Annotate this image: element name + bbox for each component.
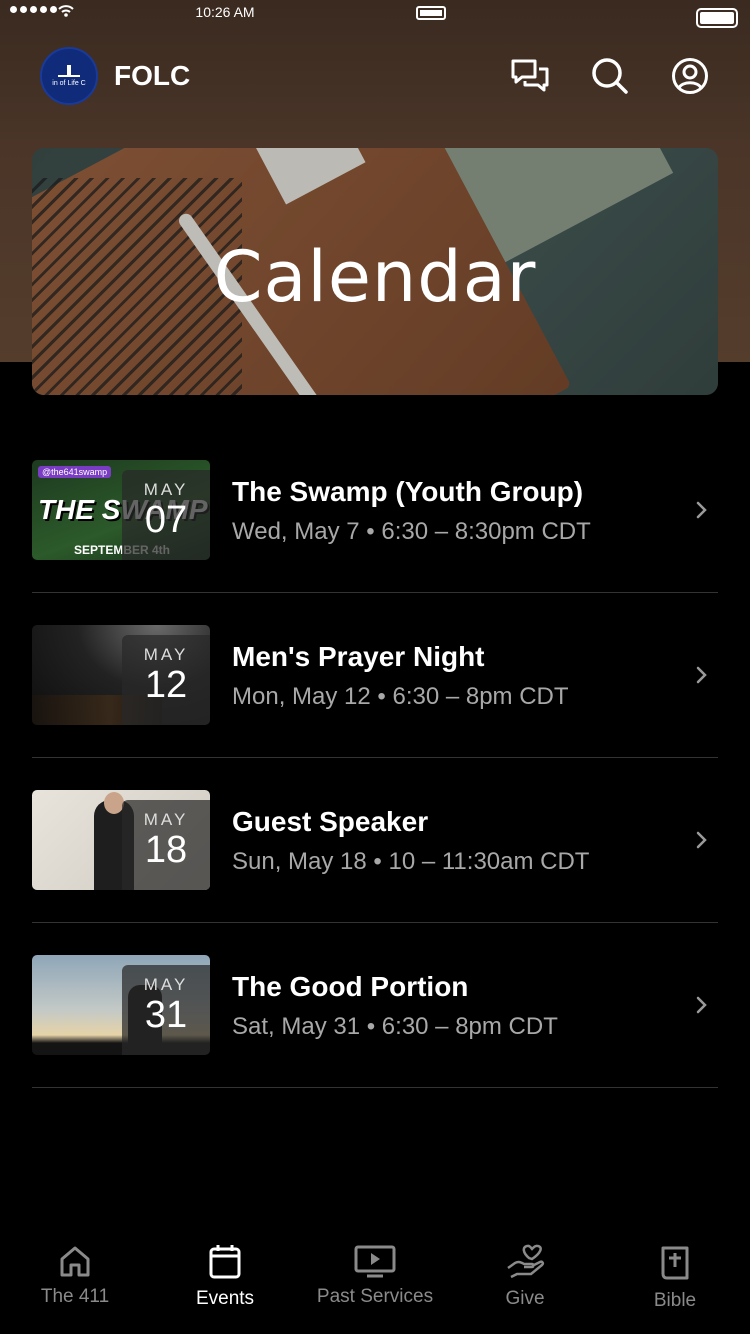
event-title: Men's Prayer Night <box>232 641 485 672</box>
date-day: 12 <box>144 664 188 706</box>
event-item[interactable]: MAY 31 The Good Portion Sat, May 31 • 6:… <box>32 923 718 1088</box>
event-list: @the641swamp THE SWAMP SEPTEMBER 4th MAY… <box>32 428 718 1088</box>
date-month: MAY <box>143 975 189 994</box>
app-bar: in of Life C FOLC <box>40 46 710 106</box>
event-item[interactable]: MAY 18 Guest Speaker Sun, May 18 • 10 – … <box>32 758 718 923</box>
home-icon <box>60 1246 90 1277</box>
event-title: The Good Portion <box>232 971 469 1002</box>
search-button[interactable] <box>590 56 630 96</box>
tab-bible[interactable]: Bible <box>600 1234 750 1334</box>
date-day: 18 <box>144 829 188 871</box>
chevron-right-icon <box>696 831 707 849</box>
date-month: MAY <box>143 645 189 664</box>
chevron-right-icon <box>696 501 707 519</box>
tab-label: Bible <box>653 1290 697 1311</box>
date-badge: MAY 12 <box>122 635 210 725</box>
calendar-icon <box>209 1245 241 1279</box>
tab-label: The 411 <box>40 1286 110 1307</box>
event-thumbnail: MAY 12 <box>32 625 210 725</box>
tab-give[interactable]: Give <box>450 1234 600 1334</box>
chat-bubbles-icon <box>511 59 549 92</box>
tab-past-services[interactable]: Past Services <box>300 1234 450 1334</box>
hero-title: Calendar <box>213 236 537 318</box>
battery-icon <box>696 8 738 28</box>
user-circle-icon <box>672 58 708 94</box>
status-bar: 10:26 AM <box>0 0 750 30</box>
tv-play-icon <box>354 1245 396 1278</box>
date-month: MAY <box>143 480 189 499</box>
profile-button[interactable] <box>670 56 710 96</box>
tab-events[interactable]: Events <box>150 1234 300 1334</box>
event-thumbnail: MAY 18 <box>32 790 210 890</box>
date-badge: MAY 31 <box>122 965 210 1055</box>
event-item[interactable]: MAY 12 Men's Prayer Night Mon, May 12 • … <box>32 593 718 758</box>
status-time: 10:26 AM <box>195 4 255 20</box>
tab-label: Events <box>195 1288 255 1309</box>
event-datetime: Wed, May 7 • 6:30 – 8:30pm CDT <box>232 518 591 545</box>
date-day: 07 <box>144 499 188 541</box>
event-datetime: Mon, May 12 • 6:30 – 8pm CDT <box>232 683 569 710</box>
date-day: 31 <box>144 994 188 1036</box>
event-thumbnail: MAY 31 <box>32 955 210 1055</box>
calendar-hero-banner: Calendar <box>32 148 718 395</box>
tab-the-411[interactable]: The 411 <box>0 1234 150 1334</box>
event-title: Guest Speaker <box>232 806 429 837</box>
chevron-right-icon <box>696 666 707 684</box>
battery-icon <box>416 6 446 20</box>
messages-button[interactable] <box>510 56 550 96</box>
event-datetime: Sun, May 18 • 10 – 11:30am CDT <box>232 848 590 875</box>
date-month: MAY <box>143 810 189 829</box>
event-datetime: Sat, May 31 • 6:30 – 8pm CDT <box>232 1013 558 1040</box>
tab-bar: The 411 Events Past Services Give Bible <box>0 1234 750 1334</box>
tab-label: Past Services <box>316 1286 434 1307</box>
chevron-right-icon <box>696 996 707 1014</box>
date-badge: MAY 07 <box>122 470 210 560</box>
app-title: FOLC <box>114 60 191 91</box>
date-badge: MAY 18 <box>122 800 210 890</box>
give-heart-icon <box>507 1244 545 1279</box>
church-logo[interactable]: in of Life C <box>40 47 98 105</box>
logo-text: in of Life C <box>52 80 86 87</box>
search-icon <box>592 58 628 94</box>
event-title: The Swamp (Youth Group) <box>232 476 584 507</box>
tab-label: Give <box>505 1288 545 1309</box>
event-item[interactable]: @the641swamp THE SWAMP SEPTEMBER 4th MAY… <box>32 428 718 593</box>
bible-icon <box>661 1246 689 1280</box>
event-thumbnail: @the641swamp THE SWAMP SEPTEMBER 4th MAY… <box>32 460 210 560</box>
thumb-tag: @the641swamp <box>38 466 112 478</box>
